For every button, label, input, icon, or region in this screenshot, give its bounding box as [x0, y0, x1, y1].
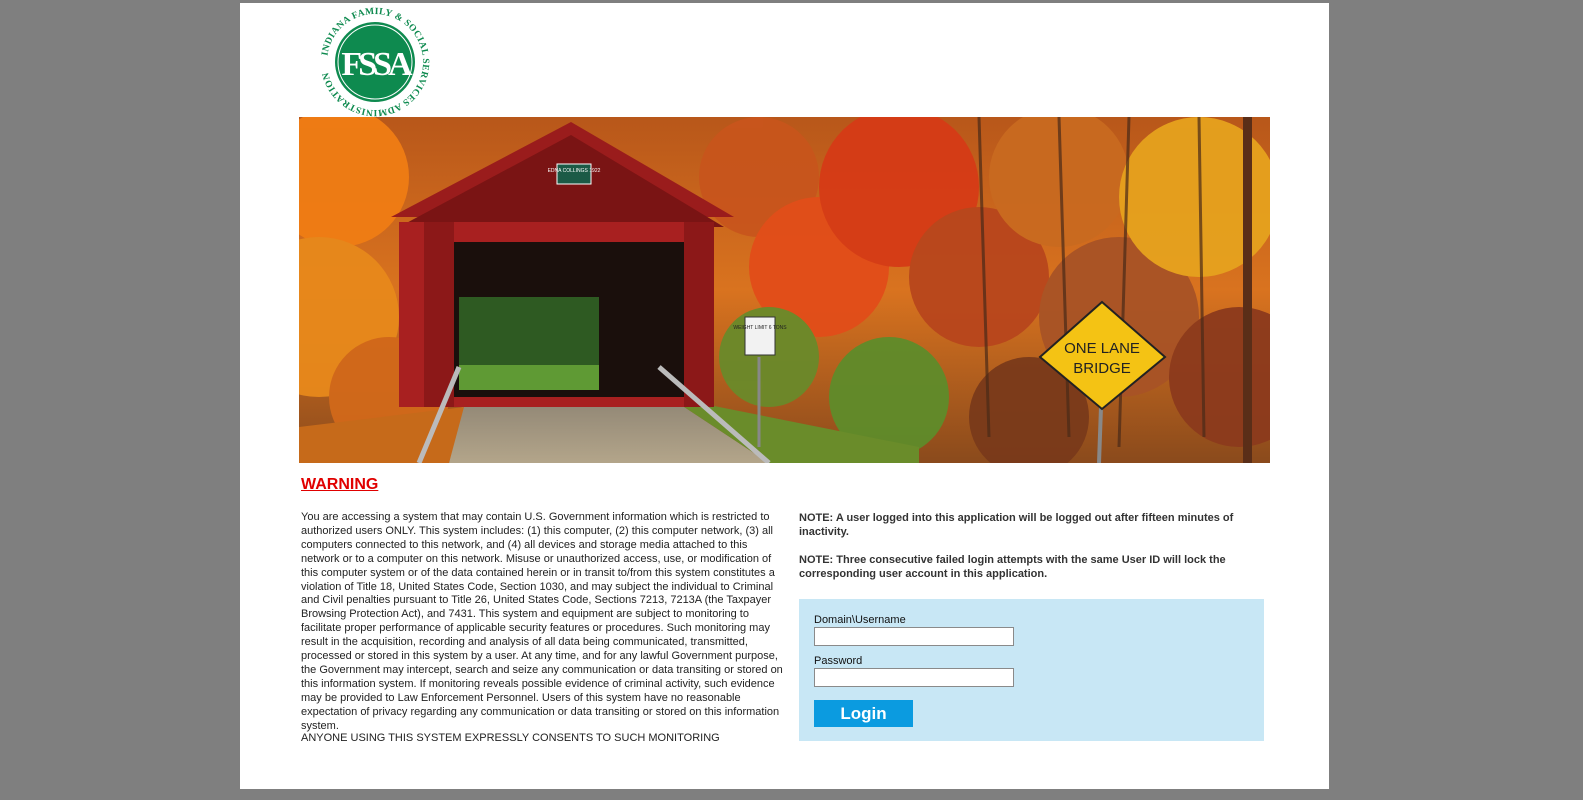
warning-title: WARNING	[301, 476, 379, 493]
login-page: INDIANA FAMILY & SOCIAL SERVICES ADMINIS…	[240, 3, 1329, 789]
password-input[interactable]	[814, 668, 1014, 687]
weight-limit-sign: WEIGHT LIMIT 6 TONS	[733, 325, 787, 331]
username-input[interactable]	[814, 627, 1014, 646]
road-sign-line1: ONE LANE	[1064, 340, 1140, 357]
notes-section: NOTE: A user logged into this applicatio…	[799, 511, 1269, 595]
fssa-logo: INDIANA FAMILY & SOCIAL SERVICES ADMINIS…	[320, 7, 430, 117]
bridge-name-sign: EDNA COLLINGS 1922	[548, 168, 601, 174]
session-timeout-note: NOTE: A user logged into this applicatio…	[799, 512, 1234, 538]
road-sign-line2: BRIDGE	[1073, 360, 1131, 377]
username-label: Domain\Username	[814, 614, 906, 626]
covered-bridge-banner: EDNA COLLINGS 1922 WEIGHT LIMIT 6 TONS O…	[299, 117, 1270, 463]
logo-letters: FSSA	[341, 46, 413, 83]
password-label: Password	[814, 655, 863, 667]
login-button[interactable]: Login	[814, 700, 913, 727]
login-form: Domain\Username Password Login	[799, 599, 1264, 741]
consent-statement: ANYONE USING THIS SYSTEM EXPRESSLY CONSE…	[301, 732, 720, 744]
warning-body: You are accessing a system that may cont…	[301, 511, 783, 732]
lockout-note: NOTE: Three consecutive failed login att…	[799, 554, 1226, 580]
